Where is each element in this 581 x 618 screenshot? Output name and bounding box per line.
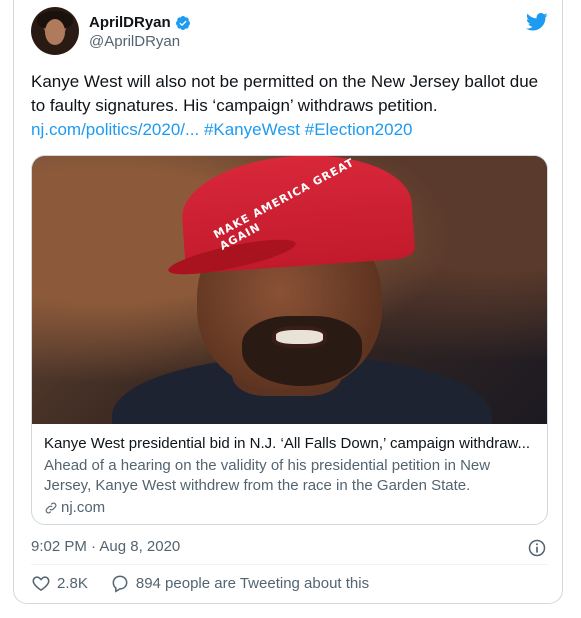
card-domain-text: nj.com bbox=[61, 499, 106, 516]
hashtag-kanyewest[interactable]: #KanyeWest bbox=[204, 120, 300, 139]
tweet-card[interactable]: AprilDRyan @AprilDRyan Kanye West will a… bbox=[13, 0, 563, 604]
link-icon bbox=[45, 502, 57, 514]
timestamp[interactable]: 9:02 PM · Aug 8, 2020 bbox=[31, 538, 180, 555]
display-name-row: AprilDRyan bbox=[89, 14, 191, 31]
card-image[interactable]: MAKE AMERICA GREAT AGAIN bbox=[32, 156, 547, 424]
verified-badge-icon bbox=[175, 15, 190, 30]
display-name[interactable]: AprilDRyan bbox=[89, 14, 171, 31]
link-preview-card[interactable]: MAKE AMERICA GREAT AGAIN Kanye West pres… bbox=[31, 155, 548, 525]
tweet-link[interactable]: nj.com/politics/2020/... bbox=[31, 120, 199, 139]
card-description: Ahead of a hearing on the validity of hi… bbox=[44, 457, 491, 494]
action-bar: 2.8K 894 people are Tweeting about this bbox=[31, 573, 391, 593]
handle[interactable]: @AprilDRyan bbox=[89, 33, 191, 50]
like-count: 2.8K bbox=[57, 574, 88, 592]
card-domain: nj.com bbox=[44, 498, 537, 518]
user-block: AprilDRyan @AprilDRyan bbox=[89, 14, 191, 50]
card-body: Kanye West presidential bid in N.J. ‘All… bbox=[32, 424, 547, 524]
tweet-body: Kanye West will also not be permitted on… bbox=[31, 72, 539, 115]
twitter-bird-icon[interactable] bbox=[526, 12, 548, 32]
info-icon[interactable] bbox=[527, 538, 547, 558]
comment-icon bbox=[112, 575, 128, 593]
avatar[interactable] bbox=[31, 7, 79, 55]
card-title: Kanye West presidential bid in N.J. ‘All… bbox=[44, 435, 531, 452]
image-mouth bbox=[272, 326, 327, 348]
tweet-text: Kanye West will also not be permitted on… bbox=[31, 70, 551, 142]
tweeting-about-text: 894 people are Tweeting about this bbox=[135, 574, 370, 592]
avatar-face bbox=[45, 19, 65, 45]
heart-icon bbox=[32, 576, 50, 591]
divider bbox=[31, 564, 548, 565]
hashtag-election2020[interactable]: #Election2020 bbox=[305, 120, 413, 139]
like-button[interactable]: 2.8K bbox=[31, 573, 88, 593]
tweeting-about-link[interactable]: 894 people are Tweeting about this bbox=[110, 573, 369, 593]
